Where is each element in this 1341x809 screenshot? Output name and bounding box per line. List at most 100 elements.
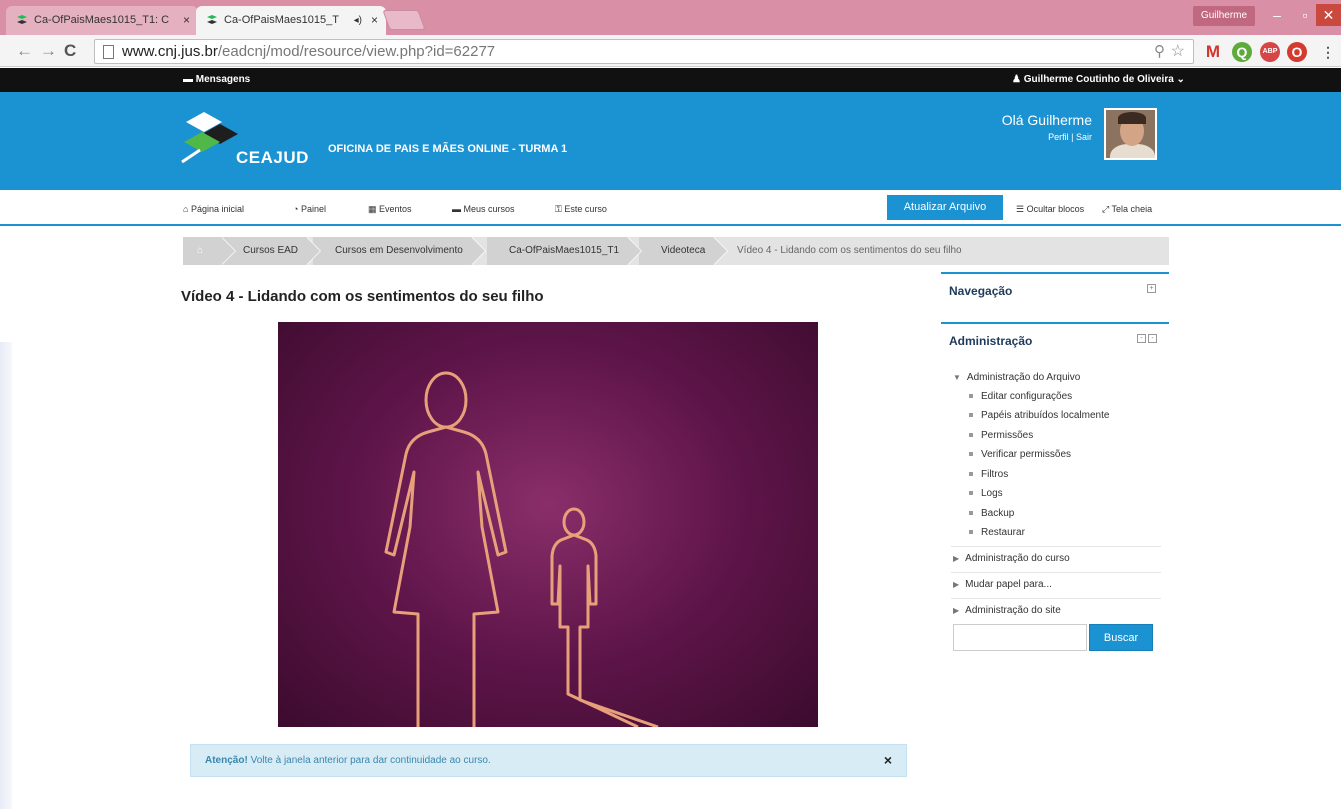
- bullet-icon: [969, 472, 973, 477]
- block-dock-icon[interactable]: -: [1137, 334, 1146, 343]
- admin-item-backup[interactable]: Backup: [969, 508, 1014, 519]
- course-title: OFICINA DE PAIS E MÃES ONLINE - TURMA 1: [328, 143, 568, 155]
- hide-blocks-label: Ocultar blocos: [1026, 204, 1085, 214]
- nav-painel-label: Painel: [300, 204, 326, 214]
- admin-item-filters[interactable]: Filtros: [969, 469, 1008, 480]
- file-admin-node[interactable]: ▼ Administração do Arquivo: [953, 372, 1080, 383]
- forward-icon[interactable]: →: [40, 40, 57, 62]
- bullet-icon: [969, 394, 973, 399]
- adblock-icon[interactable]: ABP: [1260, 42, 1280, 62]
- search-button[interactable]: Buscar: [1089, 624, 1153, 651]
- divider: [951, 572, 1161, 573]
- nav-este-curso-label: Este curso: [564, 204, 607, 214]
- chrome-menu-icon[interactable]: ⋮: [1318, 42, 1338, 62]
- breadcrumb-item[interactable]: Videoteca: [639, 237, 729, 265]
- url-text: www.cnj.jus.br/eadcnj/mod/resource/view.…: [122, 43, 495, 60]
- avatar[interactable]: [1104, 108, 1157, 160]
- opera-extension-icon[interactable]: O: [1287, 42, 1307, 62]
- nav-home[interactable]: ⌂ Página inicial: [183, 204, 244, 214]
- admin-item-label: Editar configurações: [981, 391, 1073, 402]
- new-tab-button[interactable]: [382, 10, 426, 30]
- alert-close-icon[interactable]: ×: [884, 745, 892, 776]
- breadcrumb-home[interactable]: ⌂: [183, 237, 236, 265]
- block-collapse-icon[interactable]: -: [1148, 334, 1157, 343]
- fullscreen-button[interactable]: ⤢ Tela cheia: [1102, 204, 1152, 215]
- triangle-right-icon: ▶: [953, 580, 960, 589]
- admin-item-permissions[interactable]: Permissões: [969, 430, 1033, 441]
- chat-icon: ▬: [183, 74, 196, 85]
- breadcrumb-item[interactable]: Cursos em Desenvolvimento: [313, 237, 486, 265]
- nav-este-curso[interactable]: ⚿ Este curso: [555, 204, 607, 215]
- user-menu[interactable]: ♟ Guilherme Coutinho de Oliveira ⌄: [1012, 74, 1185, 85]
- messages-link[interactable]: ▬ Mensagens: [183, 74, 250, 85]
- block-collapse-icon[interactable]: +: [1147, 284, 1156, 293]
- update-file-button[interactable]: Atualizar Arquivo: [887, 195, 1003, 220]
- nav-meus-cursos-label: Meus cursos: [463, 204, 515, 214]
- admin-item-label: Restaurar: [981, 527, 1025, 538]
- nav-meus-cursos[interactable]: ▬ Meus cursos: [452, 204, 515, 214]
- link-separator: |: [1071, 132, 1074, 142]
- site-header: CEAJUD OFICINA DE PAIS E MÃES ONLINE - T…: [0, 92, 1341, 190]
- video-player[interactable]: [278, 322, 818, 727]
- bullet-icon: [969, 511, 973, 516]
- admin-search-input[interactable]: [953, 624, 1087, 651]
- left-edge-decoration: [0, 342, 12, 809]
- address-bar[interactable]: www.cnj.jus.br/eadcnj/mod/resource/view.…: [94, 39, 1194, 64]
- favicon-icon: [207, 15, 217, 24]
- bookmark-star-icon[interactable]: ☆: [1171, 41, 1185, 61]
- switch-role-label: Mudar papel para...: [965, 579, 1052, 590]
- logo-text: CEAJUD: [236, 148, 309, 167]
- reload-icon[interactable]: C: [64, 40, 76, 62]
- navigation-block-title[interactable]: Navegação: [949, 284, 1012, 298]
- administration-block-title[interactable]: Administração: [949, 334, 1032, 348]
- admin-item-label: Papéis atribuídos localmente: [981, 410, 1110, 421]
- admin-item-logs[interactable]: Logs: [969, 488, 1003, 499]
- nav-eventos[interactable]: ▦ Eventos: [368, 204, 412, 215]
- course-admin-label: Administração do curso: [965, 553, 1070, 564]
- logout-link[interactable]: Sair: [1076, 132, 1092, 142]
- profile-button[interactable]: Guilherme: [1193, 6, 1255, 26]
- nav-painel[interactable]: ◔ Painel: [293, 204, 326, 214]
- profile-link[interactable]: Perfil: [1048, 132, 1069, 142]
- attention-alert: Atenção! Volte à janela anterior para da…: [190, 744, 907, 777]
- tab-title: Ca-OfPaisMaes1015_T1: C: [34, 14, 170, 26]
- ceajud-logo-icon[interactable]: [180, 110, 240, 164]
- nav-home-label: Página inicial: [190, 204, 244, 214]
- triangle-down-icon: ▼: [953, 373, 961, 382]
- calendar-icon: ▦: [368, 204, 380, 214]
- admin-item-label: Filtros: [981, 469, 1009, 480]
- tab-close-icon[interactable]: ×: [371, 6, 378, 35]
- tab-close-icon[interactable]: ×: [183, 6, 190, 35]
- bullet-icon: [969, 491, 973, 496]
- url-host: www.cnj.jus.br: [122, 43, 218, 60]
- navigation-block: Navegação +: [941, 272, 1169, 308]
- course-admin-node[interactable]: ▶ Administração do curso: [953, 553, 1070, 564]
- site-admin-node[interactable]: ▶ Administração do site: [953, 605, 1061, 616]
- breadcrumb-item[interactable]: Ca-OfPaisMaes1015_T1: [487, 237, 643, 265]
- admin-item-restore[interactable]: Restaurar: [969, 527, 1025, 538]
- browser-toolbar: ← → C www.cnj.jus.br/eadcnj/mod/resource…: [0, 35, 1341, 67]
- hide-blocks-button[interactable]: ☰ Ocultar blocos: [1016, 204, 1084, 215]
- chevron-down-icon: ⌄: [1173, 74, 1185, 85]
- minimize-icon[interactable]: –: [1262, 4, 1292, 26]
- switch-role-node[interactable]: ▶ Mudar papel para...: [953, 579, 1052, 590]
- admin-item-label: Logs: [981, 488, 1003, 499]
- bullet-icon: [969, 413, 973, 418]
- admin-item-local-roles[interactable]: Papéis atribuídos localmente: [969, 410, 1109, 421]
- greeting: Olá Guilherme: [1001, 112, 1092, 128]
- browser-tab-2[interactable]: Ca-OfPaisMaes1015_T ◂) ×: [196, 6, 386, 35]
- window-close-icon[interactable]: ✕: [1316, 4, 1341, 26]
- admin-item-edit-settings[interactable]: Editar configurações: [969, 391, 1072, 402]
- extension-q-icon[interactable]: Q: [1232, 42, 1252, 62]
- browser-tab-1[interactable]: Ca-OfPaisMaes1015_T1: C ×: [6, 6, 198, 35]
- avatar-body: [1110, 144, 1155, 158]
- admin-item-check-permissions[interactable]: Verificar permissões: [969, 449, 1071, 460]
- back-icon[interactable]: ←: [16, 40, 33, 62]
- divider: [951, 598, 1161, 599]
- breadcrumb: ⌂ Cursos EAD Cursos em Desenvolvimento C…: [183, 237, 1169, 265]
- gmail-extension-icon[interactable]: M: [1203, 42, 1223, 62]
- file-admin-label: Administração do Arquivo: [966, 372, 1081, 383]
- favicon-icon: [17, 15, 27, 24]
- audio-icon[interactable]: ◂): [354, 6, 362, 35]
- zoom-icon[interactable]: ⚲: [1154, 42, 1165, 60]
